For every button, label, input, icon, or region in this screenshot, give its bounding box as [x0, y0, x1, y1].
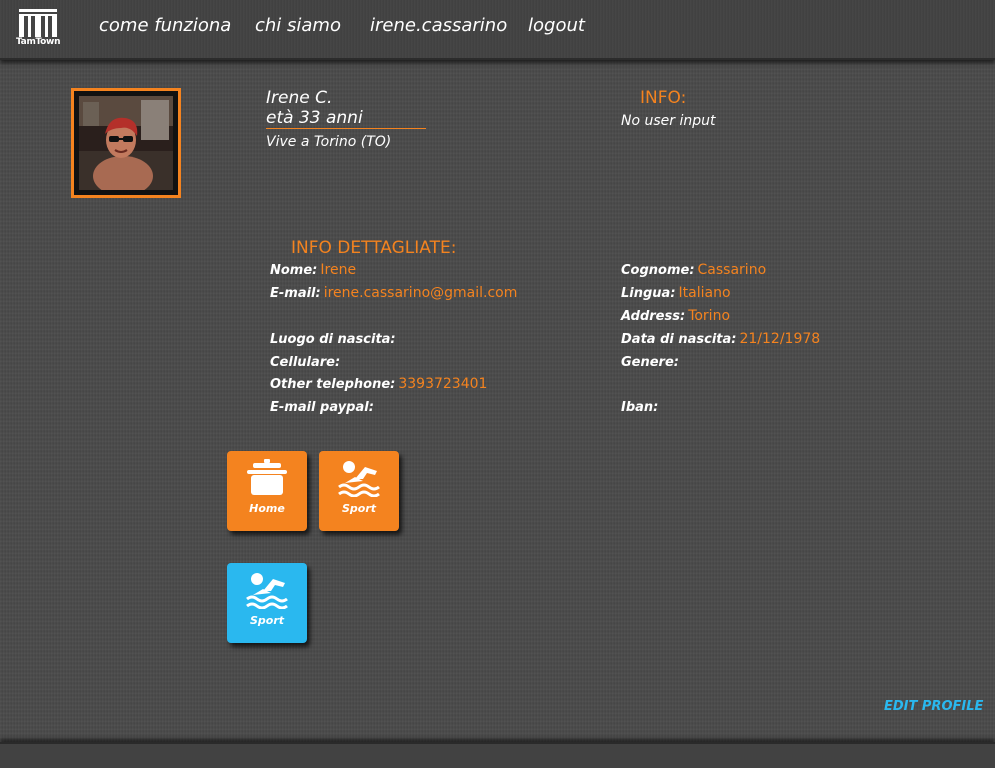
- top-navigation-bar: TamTown come funziona chi siamo irene.ca…: [0, 0, 995, 60]
- info-title: INFO:: [640, 88, 687, 108]
- profile-location: Vive a Torino (TO): [266, 134, 392, 150]
- field-label: E-mail:: [270, 286, 321, 301]
- profile-avatar: [71, 88, 181, 198]
- field-label: E-mail paypal:: [270, 400, 374, 415]
- field-cellulare: Cellulare:: [270, 354, 343, 370]
- tile-label: Sport: [249, 614, 285, 627]
- profile-name: Irene C.: [266, 88, 333, 108]
- field-value: irene.cassarino@gmail.com: [323, 285, 518, 301]
- field-label: Lingua:: [621, 286, 676, 301]
- field-label: Data di nascita:: [621, 332, 737, 347]
- field-value: Irene: [320, 262, 357, 278]
- field-label: Other telephone:: [270, 377, 396, 392]
- field-value: Italiano: [678, 285, 731, 301]
- field-label: Cognome:: [621, 263, 695, 278]
- field-cognome: Cognome: Cassarino: [621, 262, 766, 278]
- field-value: 3393723401: [398, 376, 488, 392]
- profile-age: età 33 anni: [266, 108, 363, 128]
- field-value: 21/12/1978: [739, 331, 821, 347]
- cooking-pot-icon: [247, 459, 287, 495]
- field-label: Address:: [621, 309, 686, 324]
- tile-label: Home: [249, 502, 285, 515]
- nav-chi-siamo[interactable]: chi siamo: [255, 15, 341, 36]
- edit-profile-link[interactable]: EDIT PROFILE: [884, 699, 983, 714]
- nav-logout[interactable]: logout: [528, 15, 585, 36]
- building-logo-icon: [19, 9, 57, 37]
- nav-come-funziona[interactable]: come funziona: [99, 15, 231, 36]
- field-iban: Iban:: [621, 399, 661, 415]
- name-underline-divider: [266, 128, 426, 129]
- tile-label: Sport: [341, 502, 377, 515]
- field-label: Nome:: [270, 263, 318, 278]
- field-lingua: Lingua: Italiano: [621, 285, 731, 301]
- field-genere: Genere:: [621, 354, 682, 370]
- field-label: Cellulare:: [270, 355, 341, 370]
- tamtown-logo[interactable]: TamTown: [16, 9, 60, 49]
- field-email: E-mail: irene.cassarino@gmail.com: [270, 285, 517, 301]
- field-label: Iban:: [621, 400, 659, 415]
- field-nome: Nome: Irene: [270, 262, 356, 278]
- avatar-photo: [79, 96, 173, 190]
- field-address: Address: Torino: [621, 308, 730, 324]
- field-value: Torino: [688, 308, 731, 324]
- field-email-paypal: E-mail paypal:: [270, 399, 377, 415]
- field-other-telephone: Other telephone: 3393723401: [270, 376, 487, 392]
- footer-bar: [0, 742, 995, 768]
- logo-label: TamTown: [16, 37, 61, 47]
- details-title: INFO DETTAGLIATE:: [291, 238, 457, 258]
- tile-sport[interactable]: Sport: [319, 451, 399, 531]
- field-value: Cassarino: [697, 262, 767, 278]
- field-label: Genere:: [621, 355, 679, 370]
- tile-home[interactable]: Home: [227, 451, 307, 531]
- field-luogo-di-nascita: Luogo di nascita:: [270, 331, 399, 347]
- nav-user-profile[interactable]: irene.cassarino: [370, 15, 507, 36]
- tile-sport-blue[interactable]: Sport: [227, 563, 307, 643]
- swimmer-icon: [338, 461, 380, 497]
- field-label: Luogo di nascita:: [270, 332, 396, 347]
- info-value: No user input: [621, 113, 716, 129]
- swimmer-icon: [246, 573, 288, 609]
- field-data-di-nascita: Data di nascita: 21/12/1978: [621, 331, 820, 347]
